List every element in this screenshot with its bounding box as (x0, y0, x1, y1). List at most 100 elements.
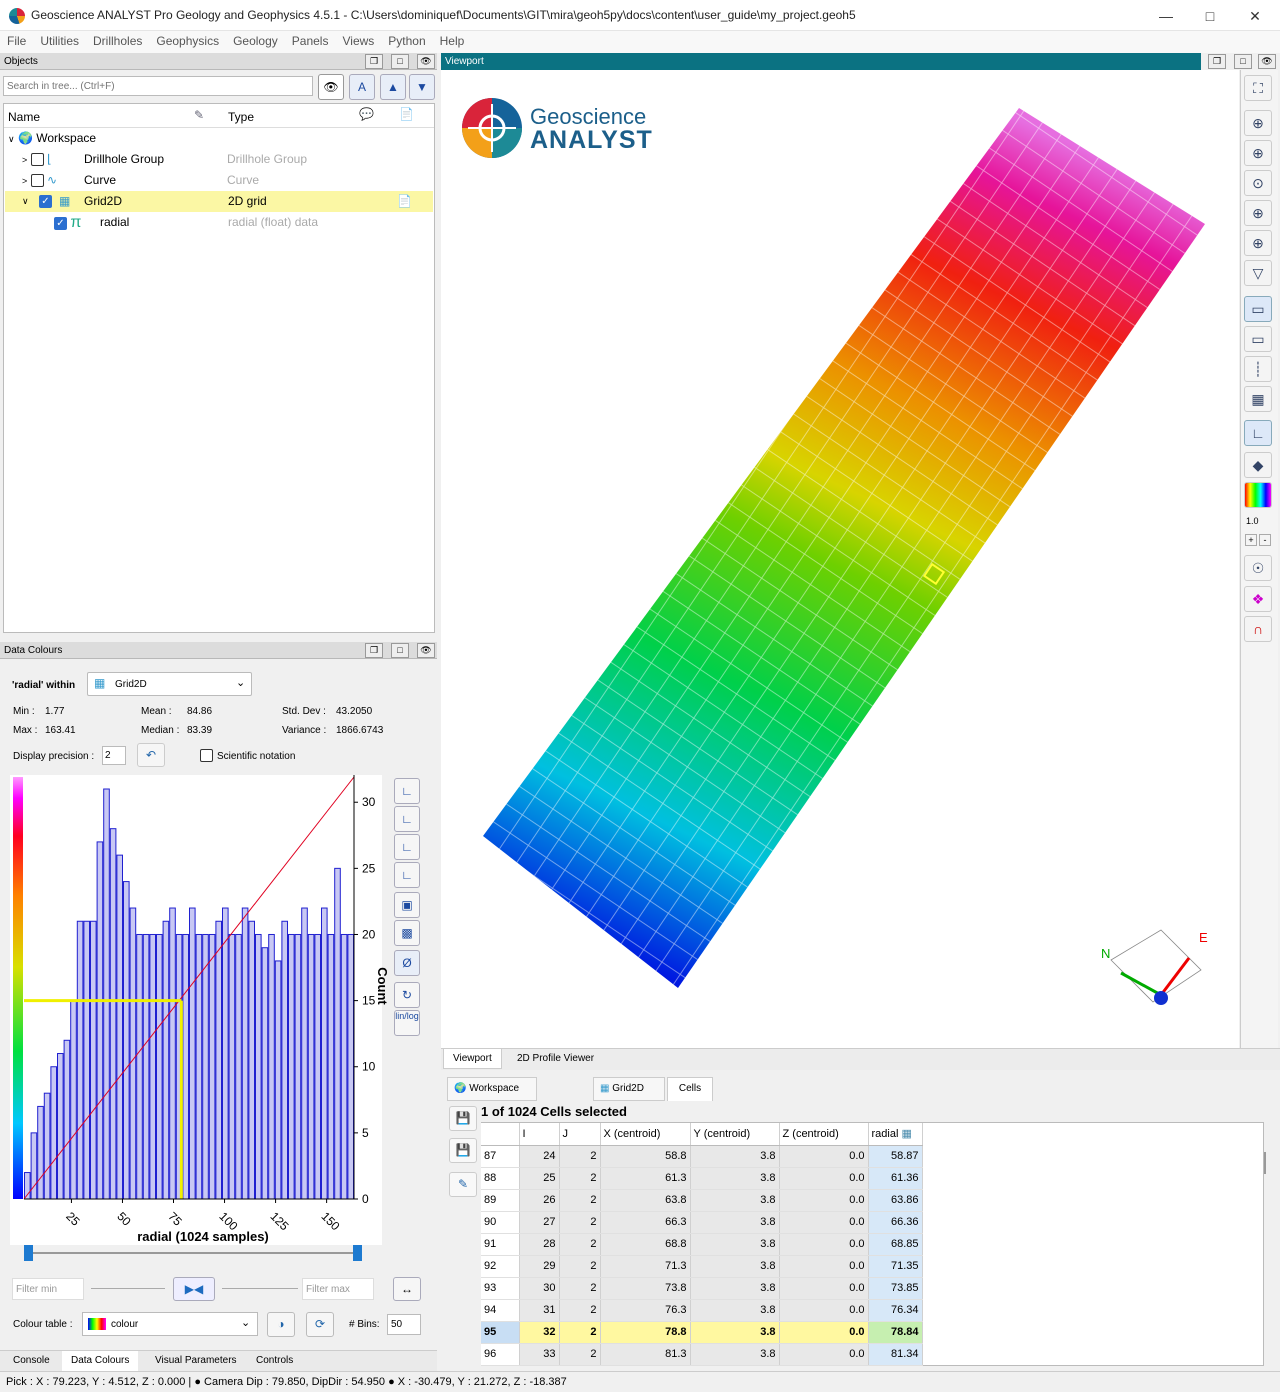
visibility-eye-icon[interactable]: 👁 (318, 74, 344, 100)
filter-max-input[interactable]: Filter max (302, 1278, 374, 1300)
maximize-panel-icon[interactable]: □ (1234, 54, 1252, 69)
histogram-cumulative-icon[interactable]: ∟ (394, 834, 420, 860)
filter-min-input[interactable]: Filter min (12, 1278, 84, 1300)
table-row[interactable]: 92 29 2 71.3 3.8 0.0 71.35 (481, 1255, 923, 1278)
tree-item-workspace[interactable]: ∨ 🌍 Workspace (8, 128, 428, 149)
hide-panel-icon[interactable]: 👁 (417, 643, 435, 658)
float-panel-icon[interactable]: ❐ (365, 643, 383, 658)
image-icon[interactable]: ▣ (394, 892, 420, 918)
histogram-linear-icon[interactable]: ∟ (394, 778, 420, 804)
tree-item-radial[interactable]: ✓ π radial radial (float) data (54, 212, 434, 233)
within-dropdown[interactable]: ▦ Grid2D ⌄ (87, 672, 252, 696)
apply-filter-icon[interactable]: ▶◀ (173, 1277, 215, 1301)
reset-icon[interactable]: ↻ (394, 982, 420, 1008)
scientific-notation-checkbox[interactable] (200, 749, 213, 762)
visibility-checkbox[interactable] (30, 153, 44, 167)
float-panel-icon[interactable]: ❐ (365, 54, 383, 69)
shader-icon[interactable]: ◆ (1244, 452, 1272, 478)
zoom-extent-icon[interactable]: ⛶ (1244, 75, 1272, 101)
table-row[interactable]: 91 28 2 68.8 3.8 0.0 68.85 (481, 1233, 923, 1256)
colour-legend-icon[interactable] (1244, 482, 1272, 508)
menu-utilities[interactable]: Utilities (33, 31, 86, 51)
maximize-icon[interactable]: □ (1200, 6, 1220, 26)
tab-data-colours[interactable]: Data Colours (62, 1351, 139, 1371)
ruler-icon[interactable]: ┊ (1244, 356, 1272, 382)
tab-grid2d[interactable]: ▦ Grid2D (593, 1077, 665, 1101)
table-row[interactable]: 87 24 2 58.8 3.8 0.0 58.87 (481, 1145, 923, 1168)
table-row[interactable]: 94 31 2 76.3 3.8 0.0 76.34 (481, 1299, 923, 1322)
histogram-equalize-icon[interactable]: ∟ (394, 862, 420, 888)
column-z[interactable]: Z (centroid) (779, 1123, 869, 1146)
edit-icon[interactable]: ✎ (449, 1172, 477, 1197)
table-row[interactable]: 93 30 2 73.8 3.8 0.0 73.85 (481, 1277, 923, 1300)
menu-geology[interactable]: Geology (226, 31, 285, 51)
palette-icon[interactable]: ▩ (394, 920, 420, 946)
visibility-checkbox[interactable]: ✓ (54, 217, 67, 231)
tree-item-curve[interactable]: > ∿ Curve Curve (22, 170, 432, 191)
tab-workspace[interactable]: 🌍 Workspace (447, 1077, 537, 1101)
bins-stepper[interactable]: 50 (387, 1314, 421, 1335)
tree-item-drillhole-group[interactable]: > ⌊ Drillhole Group Drillhole Group (22, 149, 432, 170)
tab-cells[interactable]: Cells (667, 1077, 713, 1101)
menu-help[interactable]: Help (433, 31, 472, 51)
lin-log-icon[interactable]: lin/log (394, 1010, 420, 1036)
box-icon[interactable]: ▭ (1244, 326, 1272, 352)
undo-arrow-icon[interactable]: ↶ (137, 743, 165, 767)
column-j[interactable]: J (559, 1123, 601, 1146)
expand-range-icon[interactable]: ↔ (393, 1277, 421, 1301)
text-filter-icon[interactable]: A (349, 74, 375, 100)
opacity-minus-icon[interactable]: - (1259, 534, 1271, 546)
range-max-handle[interactable] (353, 1245, 362, 1261)
tab-controls[interactable]: Controls (247, 1351, 302, 1371)
menu-python[interactable]: Python (381, 31, 432, 51)
table-scrollbar[interactable] (1264, 1152, 1266, 1174)
range-min-handle[interactable] (24, 1245, 33, 1261)
menu-file[interactable]: File (0, 31, 33, 51)
hide-panel-icon[interactable]: 👁 (417, 54, 435, 69)
view-top-icon[interactable]: ⊕ (1244, 110, 1272, 136)
tab-console[interactable]: Console (4, 1351, 59, 1371)
null-value-icon[interactable]: Ø (394, 950, 420, 976)
visibility-checkbox[interactable]: ✓ (39, 195, 52, 208)
tab-visual-parameters[interactable]: Visual Parameters (146, 1351, 246, 1371)
perspective-icon[interactable]: ▭ (1244, 296, 1272, 322)
view-north-icon[interactable]: ⊕ (1244, 140, 1272, 166)
opacity-plus-icon[interactable]: + (1245, 534, 1257, 546)
menu-geophysics[interactable]: Geophysics (149, 31, 226, 51)
menu-drillholes[interactable]: Drillholes (86, 31, 149, 51)
object-filter-icon[interactable]: ▲ (380, 74, 406, 100)
colour-picker-icon[interactable]: ◑ (267, 1312, 295, 1337)
colour-table-dropdown[interactable]: colour ⌄ (82, 1312, 258, 1336)
minimize-icon[interactable]: — (1156, 6, 1176, 26)
table-row[interactable]: 90 27 2 66.3 3.8 0.0 66.36 (481, 1211, 923, 1234)
save-icon[interactable]: 💾 (449, 1138, 477, 1163)
column-y[interactable]: Y (centroid) (690, 1123, 780, 1146)
table-row[interactable]: 88 25 2 61.3 3.8 0.0 61.36 (481, 1167, 923, 1190)
tab-viewport[interactable]: Viewport (443, 1049, 502, 1069)
table-row[interactable]: 96 33 2 81.3 3.8 0.0 81.34 (481, 1343, 923, 1366)
maximize-panel-icon[interactable]: □ (391, 54, 409, 69)
tree-search-input[interactable] (3, 76, 313, 96)
axes-icon[interactable]: ∟ (1244, 420, 1272, 446)
hide-panel-icon[interactable]: 👁 (1258, 54, 1276, 69)
view-east-icon[interactable]: ⊕ (1244, 200, 1272, 226)
viewport-canvas[interactable]: Geoscience ANALYST N E (441, 70, 1239, 1048)
histogram-curve-icon[interactable]: ∟ (394, 806, 420, 832)
grid-view-icon[interactable]: ▦ (1244, 386, 1272, 412)
column-radial[interactable]: radial ▦ (868, 1123, 923, 1146)
view-west-icon[interactable]: ⊕ (1244, 230, 1272, 256)
camera-icon[interactable]: ☉ (1244, 555, 1272, 581)
precision-stepper[interactable]: 2 (102, 746, 126, 765)
column-name[interactable]: Name (8, 110, 40, 124)
refresh-icon[interactable]: ⟳ (306, 1312, 334, 1337)
column-x[interactable]: X (centroid) (600, 1123, 691, 1146)
maximize-panel-icon[interactable]: □ (391, 643, 409, 658)
funnel-filter-icon[interactable]: ▼ (409, 74, 435, 100)
export-icon[interactable]: 💾 (449, 1106, 477, 1131)
close-icon[interactable]: ✕ (1245, 6, 1265, 26)
view-center-icon[interactable]: ⊙ (1244, 170, 1272, 196)
visibility-checkbox[interactable] (30, 174, 44, 188)
menu-panels[interactable]: Panels (285, 31, 336, 51)
3d-object-icon[interactable]: ❖ (1244, 586, 1272, 612)
magnet-icon[interactable]: ∩ (1244, 616, 1272, 642)
